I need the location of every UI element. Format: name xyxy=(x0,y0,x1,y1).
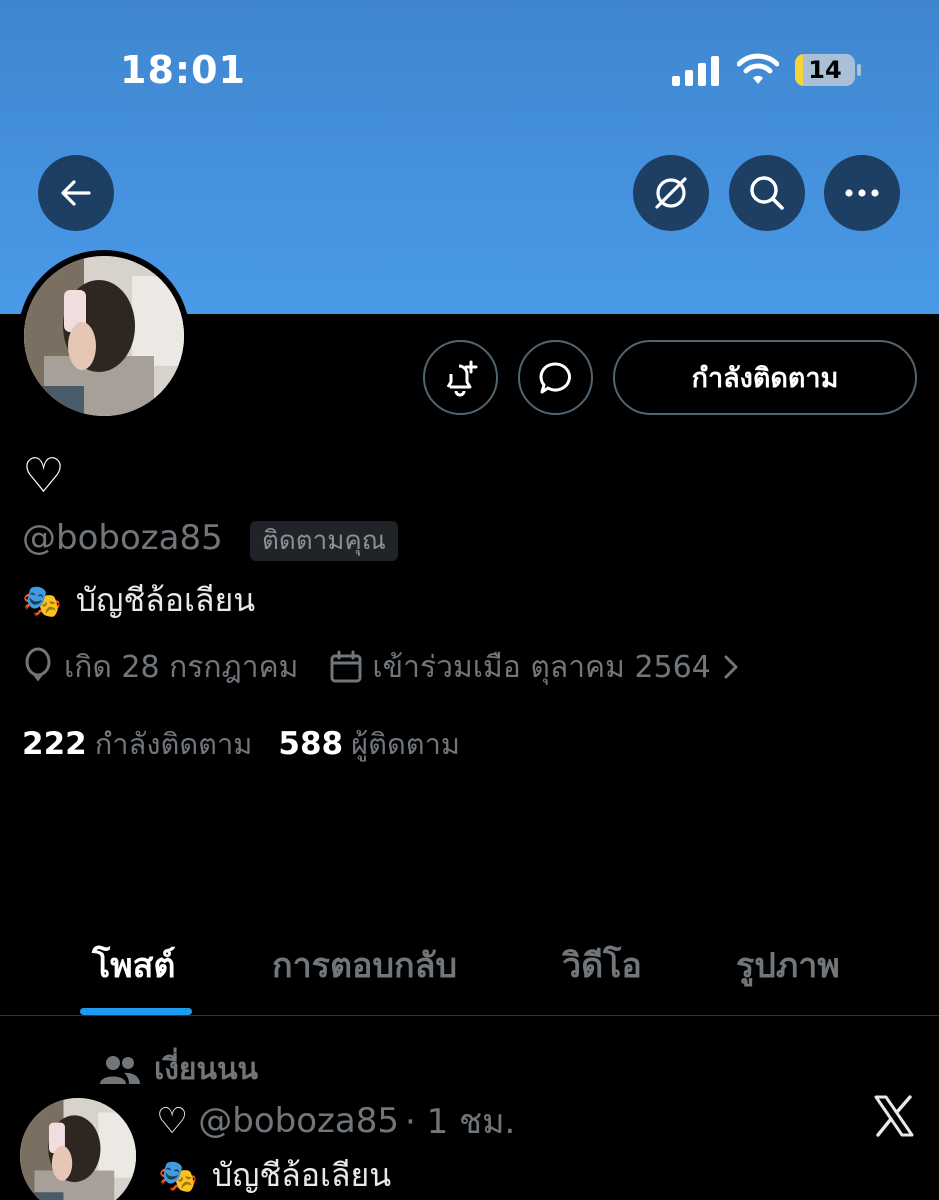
notify-button[interactable] xyxy=(423,340,498,415)
profile-bio: 🎭 บัญชีล้อเลียน xyxy=(22,575,255,626)
arrow-left-icon xyxy=(61,180,91,206)
balloon-icon xyxy=(25,647,51,682)
profile-tabs: โพสต์ การตอบกลับ วิดีโอ รูปภาพ xyxy=(0,920,939,1016)
profile-meta: เกิด 28 กรกฎาคม เข้าร่วมเมือ ตุลาคม 2564 xyxy=(22,644,741,690)
repost-by-name[interactable]: เงี่ยนนน xyxy=(154,1046,258,1093)
bio-text: บัญชีล้อเลียน xyxy=(75,581,256,619)
display-name: ♡ xyxy=(22,448,66,504)
chat-bubble-icon xyxy=(539,361,571,393)
following-count[interactable]: 222 xyxy=(22,726,87,762)
wifi-icon xyxy=(737,53,779,84)
post-avatar[interactable] xyxy=(20,1098,136,1200)
battery-indicator: 14 xyxy=(795,54,861,86)
status-time: 18:01 xyxy=(120,48,246,92)
back-button[interactable] xyxy=(38,155,114,231)
post-handle[interactable]: @boboza85 xyxy=(198,1101,399,1141)
theater-mask-icon: 🎭 xyxy=(22,581,62,620)
search-button[interactable] xyxy=(729,155,805,231)
cellular-signal-icon xyxy=(672,56,719,86)
followers-count[interactable]: 588 xyxy=(278,726,343,762)
following-label[interactable]: กำลังติดตาม xyxy=(95,721,253,767)
post-time: · 1 ชม. xyxy=(405,1102,516,1142)
profile-handle: @boboza85 xyxy=(22,518,223,558)
calendar-icon xyxy=(330,650,362,683)
profile-avatar[interactable] xyxy=(18,250,190,422)
birthday-text: เกิด 28 กรกฎาคม xyxy=(64,649,299,685)
avatar-photo xyxy=(24,256,184,416)
slashed-circle-icon xyxy=(655,177,687,209)
more-horizontal-icon xyxy=(845,189,879,197)
battery-level: 14 xyxy=(808,56,842,84)
people-icon xyxy=(100,1055,140,1084)
tab-videos[interactable]: วิดีโอ xyxy=(562,938,642,992)
post-bio: 🎭 บัญชีล้อเลียน xyxy=(158,1150,391,1200)
chevron-right-icon[interactable] xyxy=(721,652,741,682)
message-button[interactable] xyxy=(518,340,593,415)
tab-replies[interactable]: การตอบกลับ xyxy=(272,938,457,992)
joined-text[interactable]: เข้าร่วมเมือ ตุลาคม 2564 xyxy=(372,644,710,691)
more-button[interactable] xyxy=(824,155,900,231)
avatar-photo xyxy=(20,1098,136,1200)
status-bar: 18:01 14 xyxy=(0,0,939,130)
bell-plus-icon xyxy=(446,360,477,396)
follow-stats: 222 กำลังติดตาม 588 ผู้ติดตาม xyxy=(22,721,460,767)
follows-you-badge: ติดตามคุณ xyxy=(250,521,398,561)
x-logo-icon xyxy=(874,1095,914,1137)
search-icon xyxy=(750,176,784,210)
tab-posts[interactable]: โพสต์ xyxy=(92,938,176,992)
post-display-name[interactable]: ♡ xyxy=(156,1101,188,1142)
grok-button[interactable] xyxy=(633,155,709,231)
repost-context: เงี่ยนนน xyxy=(100,1046,258,1093)
post-bio-text: บัญชีล้อเลียน xyxy=(211,1156,392,1194)
followers-label[interactable]: ผู้ติดตาม xyxy=(351,721,460,767)
theater-mask-icon: 🎭 xyxy=(158,1156,198,1195)
active-tab-indicator xyxy=(80,1008,192,1015)
tab-photos[interactable]: รูปภาพ xyxy=(736,938,840,992)
following-button[interactable]: กำลังติดตาม xyxy=(613,340,917,415)
post-header: ♡ @boboza85 · 1 ชม. xyxy=(156,1094,515,1148)
